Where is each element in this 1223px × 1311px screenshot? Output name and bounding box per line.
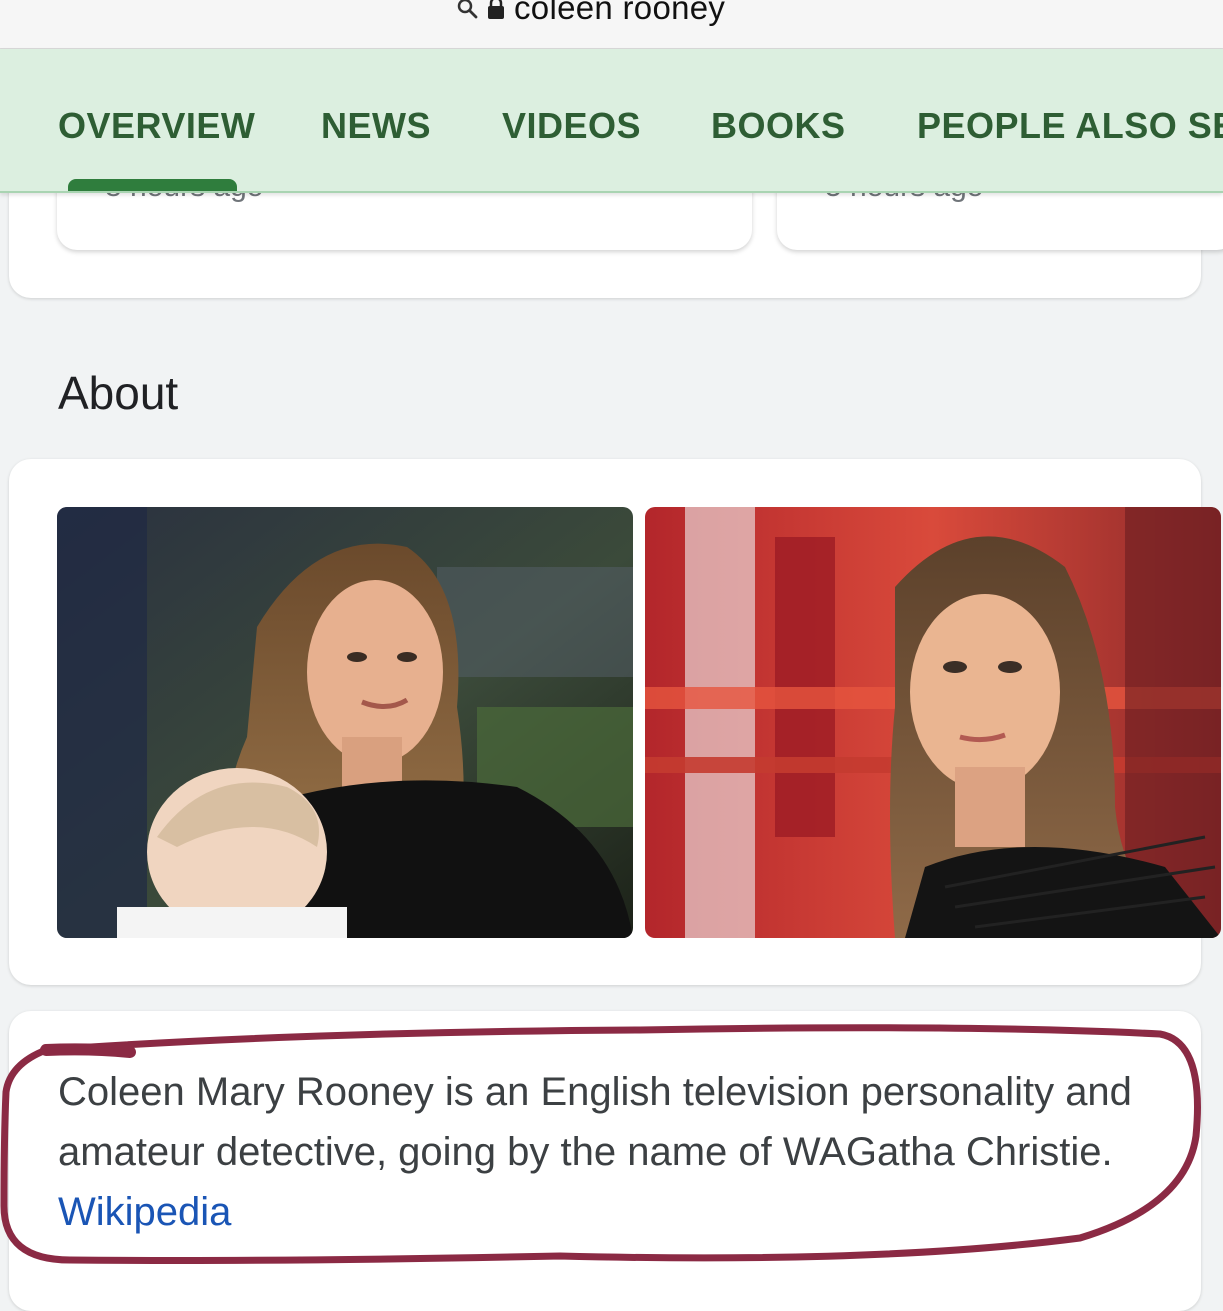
tab-overview[interactable]: OVERVIEW: [58, 105, 255, 147]
address-bar[interactable]: coleen rooney: [0, 0, 1223, 49]
wikipedia-link[interactable]: Wikipedia: [58, 1190, 231, 1234]
coleen-photo-with-baby[interactable]: [57, 507, 633, 938]
tab-news[interactable]: NEWS: [321, 105, 431, 147]
lock-icon: [486, 0, 506, 20]
search-icon: [456, 0, 478, 19]
tab-people-also-search[interactable]: PEOPLE ALSO SE: [917, 105, 1223, 147]
description-body: Coleen Mary Rooney is an English televis…: [58, 1070, 1132, 1174]
tab-videos[interactable]: VIDEOS: [502, 105, 641, 147]
coleen-photo-stadium[interactable]: [645, 507, 1221, 938]
tab-bar: OVERVIEW NEWS VIDEOS BOOKS PEOPLE ALSO S…: [0, 49, 1223, 193]
address-query: coleen rooney: [514, 0, 726, 26]
description-text: Coleen Mary Rooney is an English televis…: [58, 1062, 1138, 1242]
tab-books[interactable]: BOOKS: [711, 105, 846, 147]
about-heading: About: [58, 367, 179, 419]
active-tab-indicator: [68, 179, 237, 191]
